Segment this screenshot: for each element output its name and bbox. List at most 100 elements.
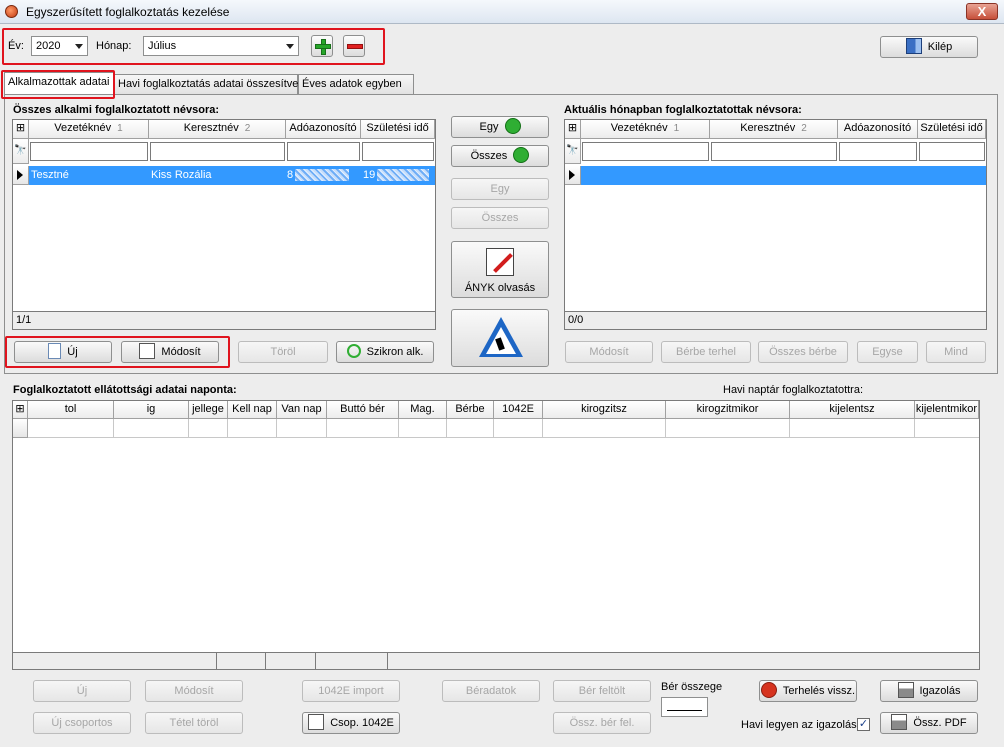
anyk-read-button[interactable]: ÁNYK olvasás (451, 241, 549, 298)
month-label: Hónap: (96, 40, 132, 52)
grid-options-icon[interactable]: ⊞ (13, 401, 28, 419)
filter-vezeteknev-input[interactable] (30, 142, 148, 161)
col-header-ig[interactable]: ig (114, 401, 189, 419)
berbe-terhel-button[interactable]: Bérbe terhel (661, 341, 751, 363)
add-all-button[interactable]: Összes (451, 145, 549, 167)
bottom-new-button[interactable]: Új (33, 680, 131, 702)
printer-icon (891, 714, 908, 731)
cell-vezeteknev: Tesztné (31, 169, 69, 181)
ossz-pdf-button[interactable]: Össz. PDF (880, 712, 978, 734)
delete-employee-button[interactable]: Töröl (238, 341, 328, 363)
right-grid-title: Aktuális hónapban foglalkoztatottak névs… (564, 104, 802, 116)
tab-havi-foglalkoztatas[interactable]: Havi foglalkoztatás adatai összesítve (114, 74, 298, 94)
filter-szuletesi-input[interactable] (919, 142, 985, 161)
ber-feltolt-button[interactable]: Bér feltölt (553, 680, 651, 702)
row-indicator (565, 166, 581, 185)
daily-grid: ⊞ tol ig jellege Kell nap Van nap Buttó … (12, 400, 980, 670)
chevron-down-icon (75, 44, 83, 49)
edit-pencil-icon (139, 343, 156, 360)
bottom-modify-button[interactable]: Módosít (145, 680, 243, 702)
csop-1042e-button[interactable]: Csop. 1042E (302, 712, 400, 734)
col-header-jellege[interactable]: jellege (189, 401, 228, 419)
col-header-kijelentsz[interactable]: kijelentsz (790, 401, 915, 419)
import-1042e-button[interactable]: 1042E import (302, 680, 400, 702)
ber-osszege-label: Bér összege (661, 681, 723, 693)
add-month-button[interactable] (311, 35, 333, 57)
empty-row[interactable] (28, 419, 979, 438)
remove-month-button[interactable] (343, 35, 365, 57)
left-grid: ⊞ Vezetéknév 1 Keresztnév 2 Adóazonosító S… (12, 119, 436, 330)
daily-footer (13, 652, 979, 669)
osszes-berbe-button[interactable]: Összes bérbe (758, 341, 848, 363)
filter-vezeteknev-input[interactable] (582, 142, 709, 161)
col-header-kell-nap[interactable]: Kell nap (228, 401, 277, 419)
col-header-berbe[interactable]: Bérbe (447, 401, 494, 419)
tetel-torol-button[interactable]: Tétel töröl (145, 712, 243, 734)
filter-adoazonosito-input[interactable] (287, 142, 360, 161)
printer-icon (897, 682, 914, 699)
havi-igazolas-label: Havi legyen az igazolás (741, 719, 857, 731)
window-title: Egyszerűsített foglalkoztatás kezelése (26, 5, 230, 19)
tab-eves-adatok[interactable]: Éves adatok egyben (298, 74, 414, 94)
col-header-van-nap[interactable]: Van nap (277, 401, 327, 419)
beradatok-button[interactable]: Béradatok (442, 680, 540, 702)
col-header-adoazonosito[interactable]: Adóazonosító (838, 120, 918, 139)
col-header-kirogzitsz[interactable]: kirogzitsz (543, 401, 666, 419)
col-header-vezeteknev[interactable]: Vezetéknév 1 (581, 120, 710, 139)
remove-all-button[interactable]: Összes (451, 207, 549, 229)
col-header-brutto-ber[interactable]: Buttó bér (327, 401, 399, 419)
empty-selected-row[interactable] (581, 166, 986, 185)
filter-keresztnev-input[interactable] (711, 142, 837, 161)
add-one-button[interactable]: Egy (451, 116, 549, 138)
col-header-keresztnev[interactable]: Keresztnév 2 (710, 120, 838, 139)
close-button[interactable]: X (966, 3, 998, 20)
col-header-szuletesi-ido[interactable]: Születési idő (361, 120, 435, 139)
blurred-redaction (295, 169, 349, 181)
left-grid-status: 1/1 (13, 311, 435, 329)
remove-one-button[interactable]: Egy (451, 178, 549, 200)
double-arrow-right-icon (513, 147, 530, 164)
year-select[interactable]: 2020 (31, 36, 88, 56)
binoculars-icon: 🔭 (13, 139, 29, 164)
title-bar: Egyszerűsített foglalkoztatás kezelése X (0, 0, 1004, 24)
grid-options-icon[interactable]: ⊞ (565, 120, 581, 139)
filter-adoazonosito-input[interactable] (839, 142, 917, 161)
exit-button[interactable]: Kilép (880, 36, 978, 58)
new-employee-button[interactable]: Új (14, 341, 112, 363)
ber-osszege-field[interactable] (661, 697, 708, 717)
door-icon (905, 38, 922, 55)
roadwork-button[interactable] (451, 309, 549, 367)
tab-alkalmazottak[interactable]: Alkalmazottak adatai (4, 72, 114, 94)
row-indicator (13, 166, 29, 185)
binoculars-icon: 🔭 (565, 139, 581, 164)
arrow-right-icon (504, 118, 521, 135)
igazolas-button[interactable]: Igazolás (880, 680, 978, 702)
filter-keresztnev-input[interactable] (150, 142, 285, 161)
ossz-ber-fel-button[interactable]: Össz. bér fel. (553, 712, 651, 734)
blurred-redaction (377, 169, 429, 181)
month-select[interactable]: Július (143, 36, 299, 56)
new-group-button[interactable]: Új csoportos (33, 712, 131, 734)
col-header-vezeteknev[interactable]: Vezetéknév 1 (29, 120, 149, 139)
col-header-1042e[interactable]: 1042E (494, 401, 543, 419)
left-grid-title: Összes alkalmi foglalkoztatott névsora: (13, 104, 220, 116)
col-header-tol[interactable]: tol (28, 401, 114, 419)
sync-button[interactable]: Szikron alk. (336, 341, 434, 363)
egyse-button[interactable]: Egyse (857, 341, 918, 363)
grid-options-icon[interactable]: ⊞ (13, 120, 29, 139)
filter-szuletesi-input[interactable] (362, 142, 434, 161)
pen-paper-icon (486, 248, 514, 276)
modify-employee-button[interactable]: Módosít (121, 341, 219, 363)
col-header-mag[interactable]: Mag. (399, 401, 447, 419)
terheles-vissz-button[interactable]: Terhelés vissz. (759, 680, 857, 702)
havi-igazolas-checkbox[interactable]: ✓ (857, 718, 870, 731)
col-header-keresztnev[interactable]: Keresztnév 2 (149, 120, 286, 139)
right-modify-button[interactable]: Módosít (565, 341, 653, 363)
col-header-adoazonosito[interactable]: Adóazonosító (286, 120, 361, 139)
col-header-kijelentmikor[interactable]: kijelentmikor (915, 401, 979, 419)
mind-button[interactable]: Mind (926, 341, 986, 363)
col-header-szuletesi-ido[interactable]: Születési idő (918, 120, 986, 139)
table-row[interactable]: Tesztné Kiss Rozália 8 19 (29, 166, 435, 185)
col-header-kirogzitmikor[interactable]: kirogzitmikor (666, 401, 790, 419)
cell-keresztnev: Kiss Rozália (151, 169, 212, 181)
